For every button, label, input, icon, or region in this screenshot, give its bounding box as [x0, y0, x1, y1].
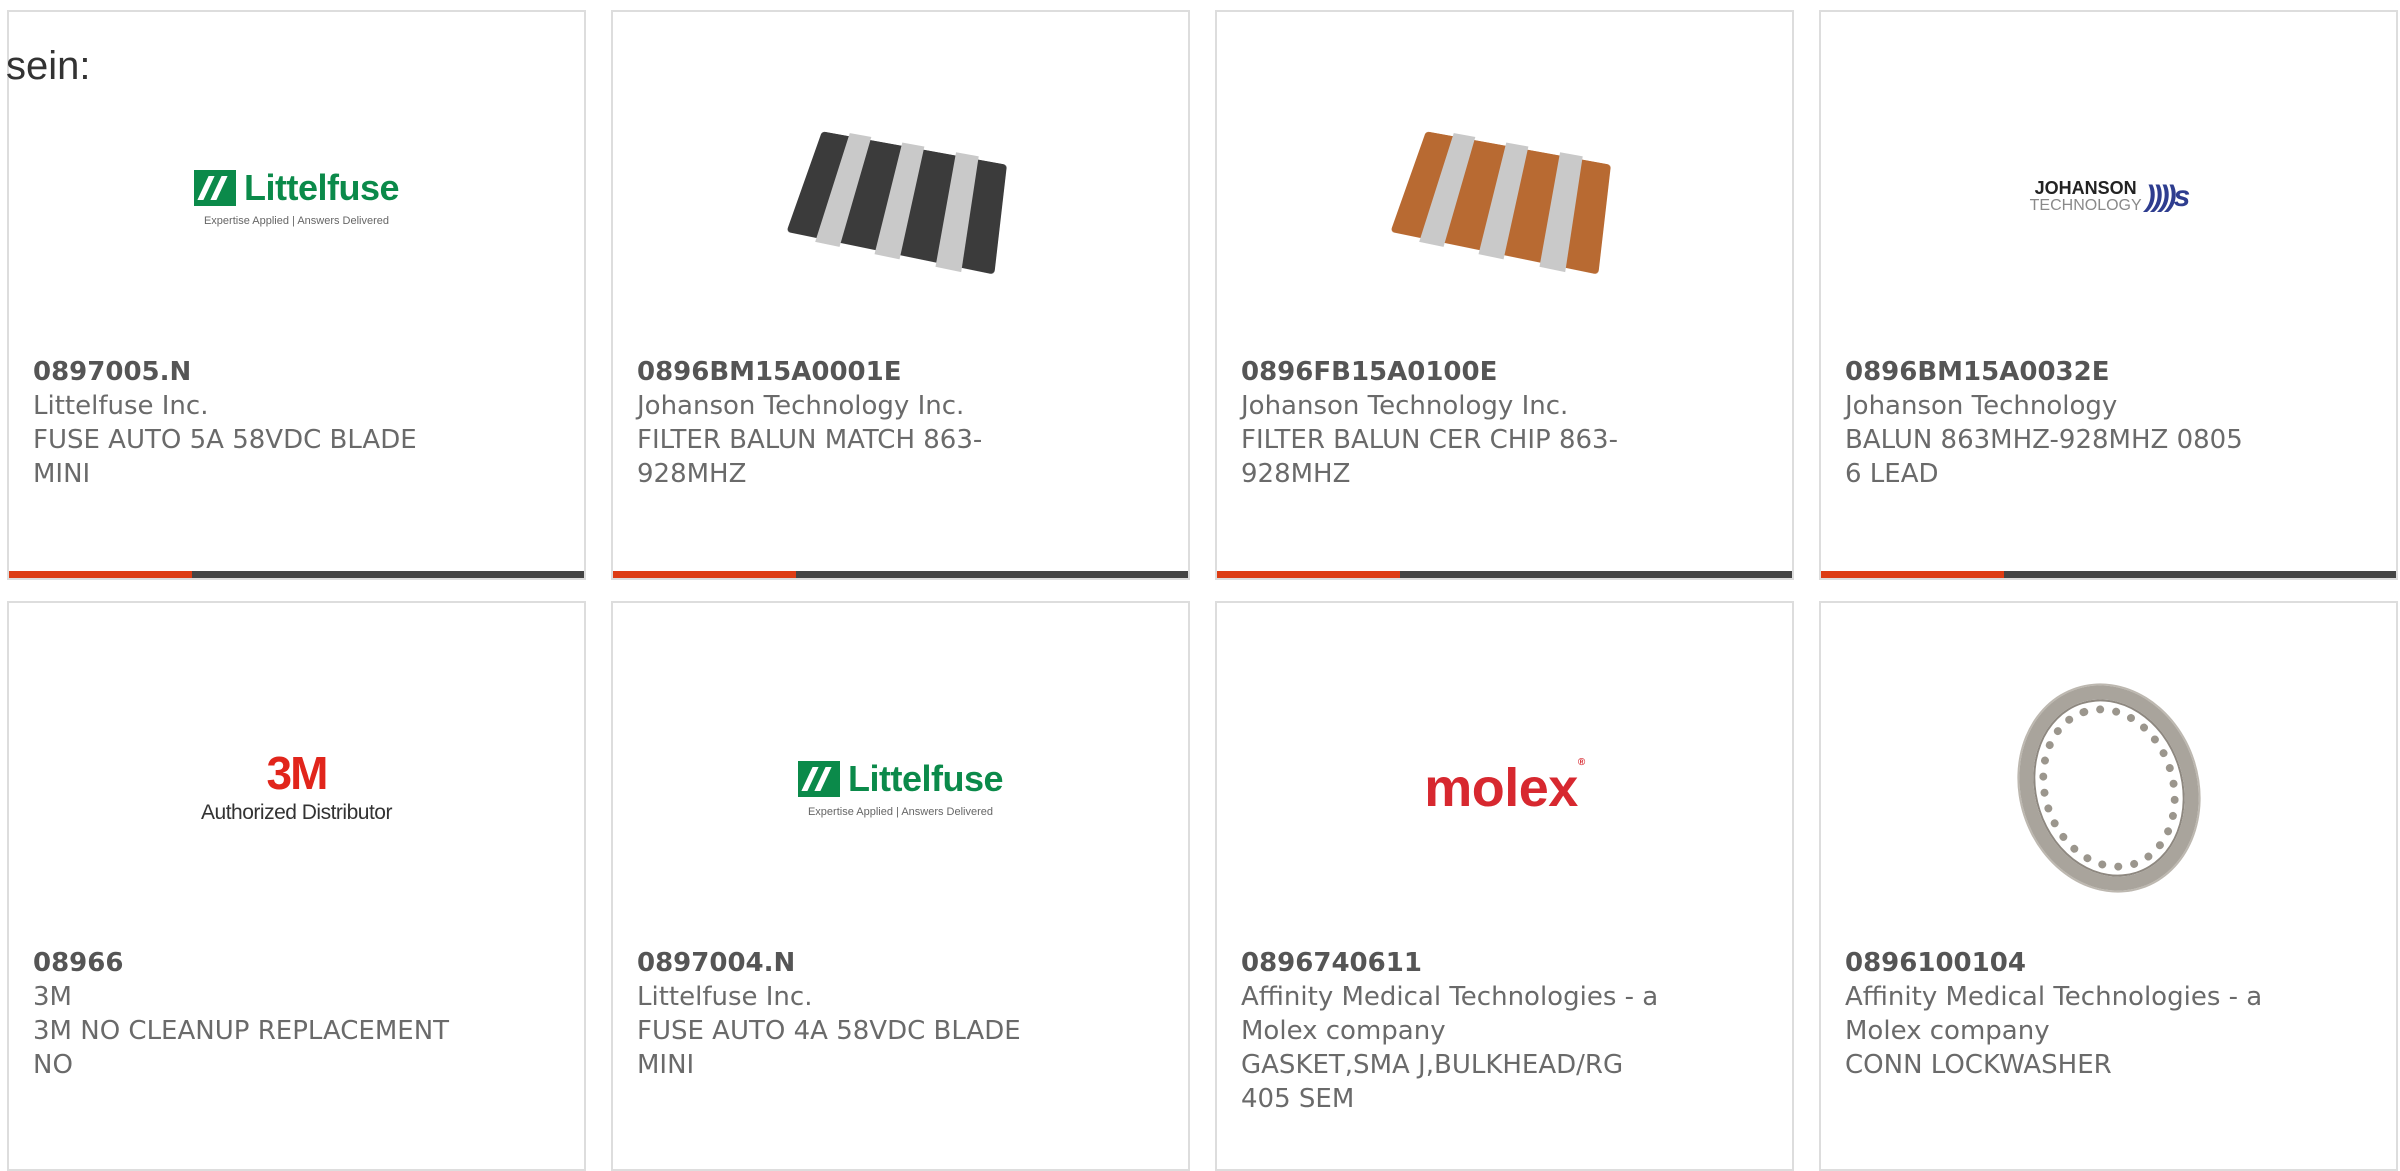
- littelfuse-mark-icon: [797, 761, 840, 797]
- logo-name: molex: [1424, 758, 1578, 818]
- molex-logo: molex®: [1424, 757, 1585, 819]
- card-bottom-bar: [1217, 571, 1792, 578]
- description: FILTER BALUN MATCH 863-928MHZ: [637, 425, 983, 489]
- description: FILTER BALUN CER CHIP 863-928MHZ: [1241, 425, 1618, 489]
- manufacturer: Affinity Medical Technologies - a Molex …: [1845, 982, 2263, 1046]
- 3m-logo: 3M Authorized Distributor: [201, 747, 392, 825]
- logo-name: Littelfuse: [243, 167, 400, 208]
- manufacturer: Littelfuse Inc.: [637, 982, 813, 1012]
- logo-tagline: Authorized Distributor: [201, 801, 392, 824]
- lockwasher-photo: [1992, 661, 2225, 915]
- black-chip-photo: [785, 131, 1007, 275]
- part-number[interactable]: 0896BM15A0001E: [637, 355, 1057, 389]
- manufacturer: Johanson Technology Inc.: [637, 391, 965, 421]
- product-card[interactable]: Littelfuse Expertise Applied | Answers D…: [7, 10, 586, 580]
- registered-mark-icon: ®: [1577, 757, 1585, 768]
- product-image[interactable]: JOHANSON TECHNOLOGY ))))s: [1821, 82, 2396, 312]
- manufacturer: Affinity Medical Technologies - a Molex …: [1241, 982, 1659, 1046]
- littelfuse-logo: Littelfuse Expertise Applied | Answers D…: [797, 758, 1004, 818]
- part-number[interactable]: 0896FB15A0100E: [1241, 355, 1661, 389]
- part-number[interactable]: 0896740611: [1241, 946, 1661, 980]
- description: 3M NO CLEANUP REPLACEMENT NO: [33, 1016, 450, 1080]
- manufacturer: Johanson Technology: [1845, 391, 2118, 421]
- logo-name: Littelfuse: [847, 758, 1004, 799]
- description: FUSE AUTO 4A 58VDC BLADE MINI: [637, 1016, 1021, 1080]
- littelfuse-mark-icon: [193, 170, 236, 206]
- logo-name: 3M: [266, 747, 329, 799]
- johanson-logo: JOHANSON TECHNOLOGY ))))s: [2029, 178, 2191, 215]
- product-image[interactable]: Littelfuse Expertise Applied | Answers D…: [9, 82, 584, 312]
- logo-line1: JOHANSON: [2034, 178, 2137, 198]
- product-image[interactable]: 3M Authorized Distributor: [9, 673, 584, 903]
- card-bar-accent: [613, 571, 796, 578]
- manufacturer: 3M: [33, 982, 72, 1012]
- product-card[interactable]: Littelfuse Expertise Applied | Answers D…: [611, 601, 1190, 1171]
- johanson-mark-icon: ))))s: [2145, 180, 2191, 213]
- part-number[interactable]: 08966: [33, 946, 453, 980]
- product-card[interactable]: 0896100104 Affinity Medical Technologies…: [1819, 601, 2398, 1171]
- product-card[interactable]: 3M Authorized Distributor 08966 3M 3M NO…: [7, 601, 586, 1171]
- product-image[interactable]: [1821, 661, 2396, 915]
- product-image[interactable]: molex®: [1217, 673, 1792, 903]
- logo-tagline: Expertise Applied | Answers Delivered: [203, 215, 390, 227]
- manufacturer: Johanson Technology Inc.: [1241, 391, 1569, 421]
- logo-tagline: Expertise Applied | Answers Delivered: [807, 806, 994, 818]
- logo-line2: TECHNOLOGY: [2029, 197, 2142, 214]
- card-bar-accent: [1217, 571, 1400, 578]
- card-bar-accent: [9, 571, 192, 578]
- part-number[interactable]: 0897004.N: [637, 946, 1057, 980]
- card-bottom-bar: [1821, 571, 2396, 578]
- part-number[interactable]: 0896100104: [1845, 946, 2265, 980]
- product-card[interactable]: molex® 0896740611 Affinity Medical Techn…: [1215, 601, 1794, 1171]
- card-bar-accent: [1821, 571, 2004, 578]
- card-bottom-bar: [9, 571, 584, 578]
- part-number[interactable]: 0896BM15A0032E: [1845, 355, 2265, 389]
- product-image[interactable]: [1217, 82, 1792, 312]
- description: CONN LOCKWASHER: [1845, 1050, 2112, 1080]
- littelfuse-logo: Littelfuse Expertise Applied | Answers D…: [193, 167, 400, 227]
- product-card[interactable]: 0896FB15A0100E Johanson Technology Inc. …: [1215, 10, 1794, 580]
- lead-text: sein:: [6, 44, 91, 88]
- product-image[interactable]: Littelfuse Expertise Applied | Answers D…: [613, 673, 1188, 903]
- description: BALUN 863MHZ-928MHZ 0805 6 LEAD: [1845, 425, 2243, 489]
- part-number[interactable]: 0897005.N: [33, 355, 453, 389]
- product-grid: Littelfuse Expertise Applied | Answers D…: [7, 10, 2398, 1171]
- description: FUSE AUTO 5A 58VDC BLADE MINI: [33, 425, 417, 489]
- description: GASKET,SMA J,BULKHEAD/RG 405 SEM: [1241, 1050, 1624, 1114]
- product-image[interactable]: [613, 82, 1188, 312]
- product-card[interactable]: JOHANSON TECHNOLOGY ))))s 0896BM15A0032E…: [1819, 10, 2398, 580]
- product-card[interactable]: 0896BM15A0001E Johanson Technology Inc. …: [611, 10, 1190, 580]
- card-bottom-bar: [613, 571, 1188, 578]
- manufacturer: Littelfuse Inc.: [33, 391, 209, 421]
- brown-chip-photo: [1389, 131, 1611, 275]
